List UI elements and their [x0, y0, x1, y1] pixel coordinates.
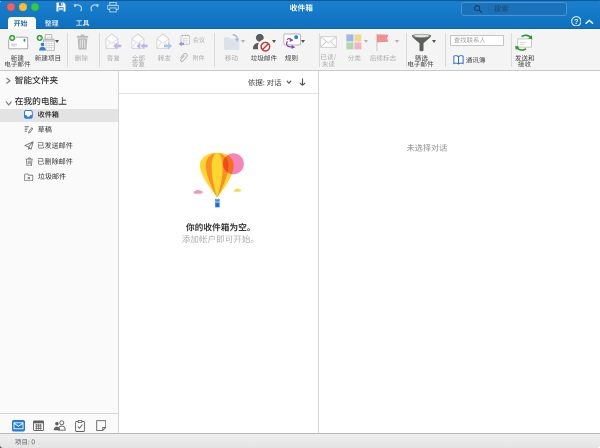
- svg-text:?: ?: [574, 19, 578, 26]
